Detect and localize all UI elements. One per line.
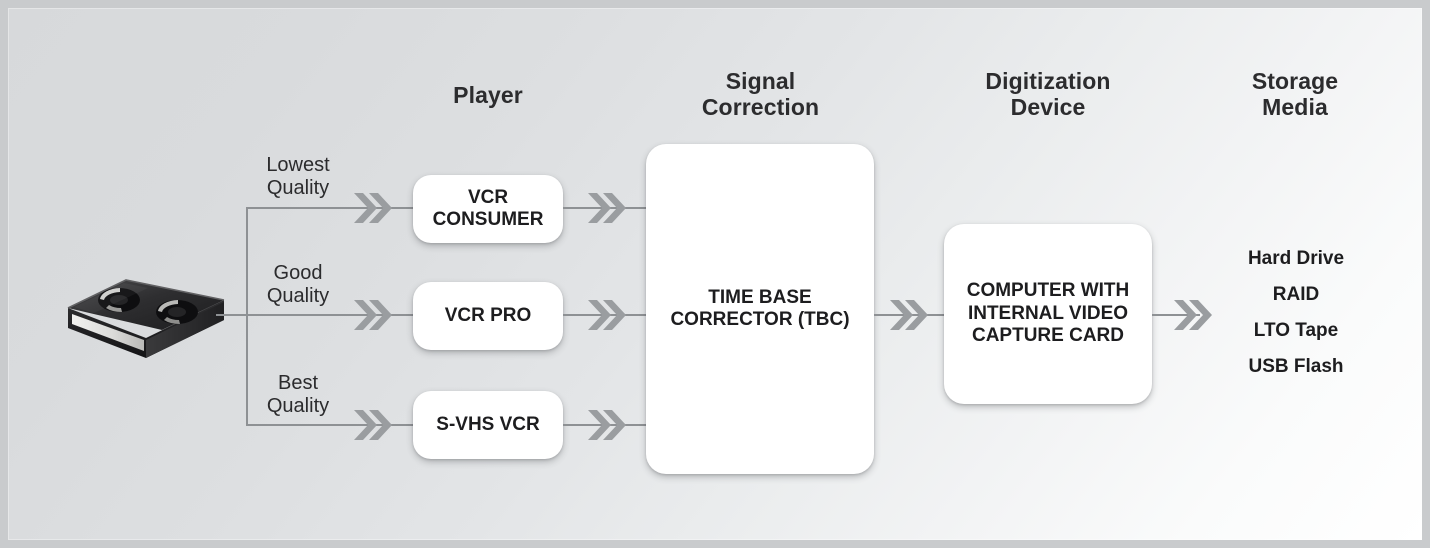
node-computer-capture-card-line3: CAPTURE CARD bbox=[971, 325, 1124, 347]
quality-label-lowest-line2: Quality bbox=[266, 177, 330, 199]
storage-media-item-hard-drive: Hard Drive bbox=[1247, 248, 1345, 269]
quality-label-lowest: Lowest Quality bbox=[238, 154, 358, 200]
node-svhs-vcr[interactable]: S-VHS VCR bbox=[413, 391, 563, 459]
column-header-signal-correction: Signal Correction bbox=[668, 68, 853, 120]
column-header-player: Player bbox=[398, 82, 578, 108]
column-header-signal-correction-line1: Signal bbox=[725, 68, 796, 94]
column-header-signal-correction-line2: Correction bbox=[701, 94, 820, 120]
node-vcr-consumer-line1: VCR bbox=[467, 186, 509, 208]
connector-computer-to-storage bbox=[1152, 314, 1200, 316]
storage-media-item-usb-flash: USB Flash bbox=[1248, 356, 1344, 377]
diagram-canvas: Player Signal Correction Digitization De… bbox=[0, 0, 1430, 548]
node-time-base-corrector-line1: TIME BASE bbox=[708, 286, 812, 308]
node-vcr-pro[interactable]: VCR PRO bbox=[413, 282, 563, 350]
quality-label-good-line2: Quality bbox=[266, 285, 330, 307]
connector-branch-1 bbox=[246, 207, 418, 209]
connector-tbc-to-computer bbox=[874, 314, 946, 316]
connector-svhs-vcr-to-tbc bbox=[563, 424, 648, 426]
connector-source-to-bracket bbox=[216, 314, 248, 316]
quality-label-best-line2: Quality bbox=[266, 395, 330, 417]
quality-label-good: Good Quality bbox=[238, 262, 358, 308]
node-vcr-consumer-line2: CONSUMER bbox=[432, 209, 544, 230]
column-header-digitization-device-line1: Digitization bbox=[985, 68, 1111, 94]
connector-branch-2 bbox=[246, 314, 418, 316]
column-header-player-label: Player bbox=[453, 82, 523, 108]
column-header-digitization-device-line2: Device bbox=[1010, 94, 1086, 120]
quality-label-good-line1: Good bbox=[273, 262, 323, 284]
storage-media-item-lto-tape: LTO Tape bbox=[1253, 320, 1339, 341]
connector-branch-3 bbox=[246, 424, 418, 426]
node-computer-capture-card-line1: COMPUTER WITH bbox=[966, 280, 1130, 302]
diagram-panel: Player Signal Correction Digitization De… bbox=[8, 8, 1422, 540]
column-header-storage-media: Storage Media bbox=[1200, 68, 1390, 120]
node-svhs-vcr-line1: S-VHS VCR bbox=[436, 413, 540, 435]
column-header-digitization-device: Digitization Device bbox=[953, 68, 1143, 120]
quality-label-best-line1: Best bbox=[277, 372, 319, 394]
node-time-base-corrector[interactable]: TIME BASE CORRECTOR (TBC) bbox=[646, 144, 874, 474]
node-time-base-corrector-line2: CORRECTOR (TBC) bbox=[670, 309, 850, 330]
node-vcr-pro-line1: VCR PRO bbox=[444, 304, 532, 326]
connector-vcr-consumer-to-tbc bbox=[563, 207, 648, 209]
quality-label-best: Best Quality bbox=[238, 372, 358, 418]
vhs-tape-icon bbox=[64, 266, 230, 374]
storage-media-list: Hard Drive RAID LTO Tape USB Flash bbox=[1196, 241, 1396, 385]
storage-media-item-raid: RAID bbox=[1272, 284, 1320, 305]
node-vcr-consumer[interactable]: VCR CONSUMER bbox=[413, 175, 563, 243]
node-computer-capture-card[interactable]: COMPUTER WITH INTERNAL VIDEO CAPTURE CAR… bbox=[944, 224, 1152, 404]
connector-vcr-pro-to-tbc bbox=[563, 314, 648, 316]
quality-label-lowest-line1: Lowest bbox=[266, 154, 330, 176]
column-header-storage-media-line1: Storage bbox=[1251, 68, 1339, 94]
column-header-storage-media-line2: Media bbox=[1262, 94, 1328, 120]
node-computer-capture-card-line2: INTERNAL VIDEO bbox=[967, 302, 1129, 324]
